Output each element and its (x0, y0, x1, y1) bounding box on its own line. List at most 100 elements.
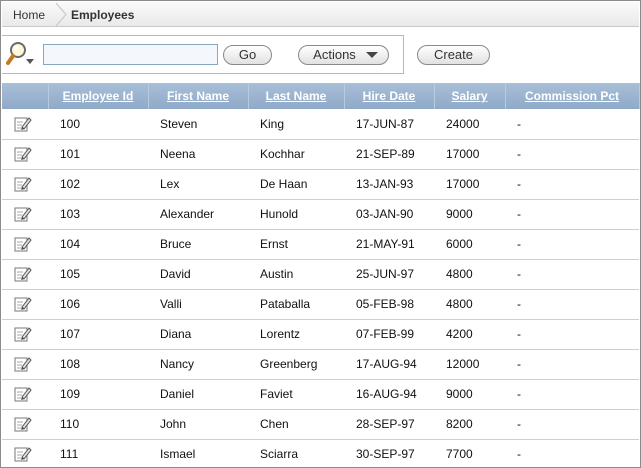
last-name-cell: Austin (248, 259, 344, 290)
last-name-cell: Lorentz (248, 319, 344, 350)
commission-pct-cell: - (505, 349, 639, 380)
employee-id-cell: 107 (48, 319, 148, 350)
salary-cell: 6000 (434, 229, 505, 260)
commission-pct-cell: - (505, 199, 639, 230)
pencil-edit-icon[interactable] (14, 415, 32, 433)
first-name-cell: Ismael (148, 439, 248, 467)
table-row: 100 Steven King 17-JUN-87 24000- (2, 109, 639, 140)
last-name-cell: King (248, 109, 344, 140)
salary-cell: 24000 (434, 109, 505, 140)
column-header-salary[interactable]: Salary (434, 83, 506, 109)
salary-cell: 4800 (434, 259, 505, 290)
edit-cell (2, 289, 48, 320)
table-row: 105 David Austin 25-JUN-97 4800- (2, 259, 639, 290)
commission-pct-cell: - (505, 109, 639, 140)
last-name-cell: Kochhar (248, 139, 344, 170)
last-name-cell: Sciarra (248, 439, 344, 467)
salary-cell: 4800 (434, 289, 505, 320)
last-name-cell: De Haan (248, 169, 344, 200)
salary-cell: 17000 (434, 169, 505, 200)
hire-date-cell: 21-SEP-89 (344, 139, 434, 170)
salary-cell: 4200 (434, 319, 505, 350)
hire-date-cell: 25-JUN-97 (344, 259, 434, 290)
commission-pct-cell: - (505, 409, 639, 440)
breadcrumb-current: Employees (71, 8, 135, 22)
pencil-edit-icon[interactable] (14, 205, 32, 223)
hire-date-cell: 13-JAN-93 (344, 169, 434, 200)
pencil-edit-icon[interactable] (14, 385, 32, 403)
employees-report: Employee Id First Name Last Name Hire Da… (2, 83, 640, 467)
magnifier-icon[interactable] (6, 40, 36, 68)
chevron-down-icon (366, 52, 378, 58)
table-row: 108 Nancy Greenberg 17-AUG-94 12000- (2, 349, 639, 380)
pencil-edit-icon[interactable] (14, 115, 32, 133)
table-row: 104 Bruce Ernst 21-MAY-91 6000- (2, 229, 639, 260)
column-header-commission-pct[interactable]: Commission Pct (505, 83, 640, 109)
hire-date-cell: 30-SEP-97 (344, 439, 434, 467)
employee-id-cell: 109 (48, 379, 148, 410)
employees-table: Employee Id First Name Last Name Hire Da… (2, 83, 640, 467)
employee-id-cell: 111 (48, 439, 148, 467)
commission-pct-cell: - (505, 379, 639, 410)
go-button[interactable]: Go (223, 45, 272, 65)
last-name-cell: Greenberg (248, 349, 344, 380)
edit-cell (2, 109, 48, 140)
column-header-first-name[interactable]: First Name (148, 83, 249, 109)
pencil-edit-icon[interactable] (14, 235, 32, 253)
edit-cell (2, 319, 48, 350)
hire-date-cell: 17-JUN-87 (344, 109, 434, 140)
table-row: 110 John Chen 28-SEP-97 8200- (2, 409, 639, 440)
pencil-edit-icon[interactable] (14, 145, 32, 163)
breadcrumb-home-link[interactable]: Home (13, 8, 45, 22)
table-row: 107 Diana Lorentz 07-FEB-99 4200- (2, 319, 639, 350)
column-header-employee-id[interactable]: Employee Id (48, 83, 149, 109)
employee-id-cell: 104 (48, 229, 148, 260)
first-name-cell: John (148, 409, 248, 440)
create-button[interactable]: Create (417, 45, 490, 65)
pencil-edit-icon[interactable] (14, 355, 32, 373)
first-name-cell: Steven (148, 109, 248, 140)
salary-cell: 8200 (434, 409, 505, 440)
table-row: 111 Ismael Sciarra 30-SEP-97 7700- (2, 439, 639, 467)
pencil-edit-icon[interactable] (14, 175, 32, 193)
actions-menu-button[interactable]: Actions (298, 45, 389, 65)
last-name-cell: Hunold (248, 199, 344, 230)
commission-pct-cell: - (505, 319, 639, 350)
first-name-cell: Lex (148, 169, 248, 200)
edit-cell (2, 379, 48, 410)
salary-cell: 9000 (434, 199, 505, 230)
pencil-edit-icon[interactable] (14, 325, 32, 343)
employee-id-cell: 106 (48, 289, 148, 320)
breadcrumb: Home Employees (2, 2, 639, 27)
edit-cell (2, 169, 48, 200)
salary-cell: 7700 (434, 439, 505, 467)
first-name-cell: David (148, 259, 248, 290)
edit-cell (2, 259, 48, 290)
pencil-edit-icon[interactable] (14, 265, 32, 283)
employee-id-cell: 108 (48, 349, 148, 380)
last-name-cell: Ernst (248, 229, 344, 260)
table-row: 106 Valli Pataballa 05-FEB-98 4800- (2, 289, 639, 320)
edit-cell (2, 139, 48, 170)
salary-cell: 17000 (434, 139, 505, 170)
search-input[interactable] (43, 44, 218, 65)
edit-cell (2, 229, 48, 260)
pencil-edit-icon[interactable] (14, 445, 32, 463)
pencil-edit-icon[interactable] (14, 295, 32, 313)
hire-date-cell: 16-AUG-94 (344, 379, 434, 410)
column-header-hire-date[interactable]: Hire Date (344, 83, 435, 109)
search-toolbar: Go Actions (2, 35, 404, 74)
first-name-cell: Nancy (148, 349, 248, 380)
edit-cell (2, 409, 48, 440)
employee-id-cell: 110 (48, 409, 148, 440)
hire-date-cell: 07-FEB-99 (344, 319, 434, 350)
commission-pct-cell: - (505, 139, 639, 170)
employee-id-cell: 105 (48, 259, 148, 290)
commission-pct-cell: - (505, 289, 639, 320)
employee-id-cell: 102 (48, 169, 148, 200)
column-header-last-name[interactable]: Last Name (248, 83, 345, 109)
commission-pct-cell: - (505, 169, 639, 200)
hire-date-cell: 05-FEB-98 (344, 289, 434, 320)
edit-column-header (2, 83, 49, 109)
first-name-cell: Valli (148, 289, 248, 320)
